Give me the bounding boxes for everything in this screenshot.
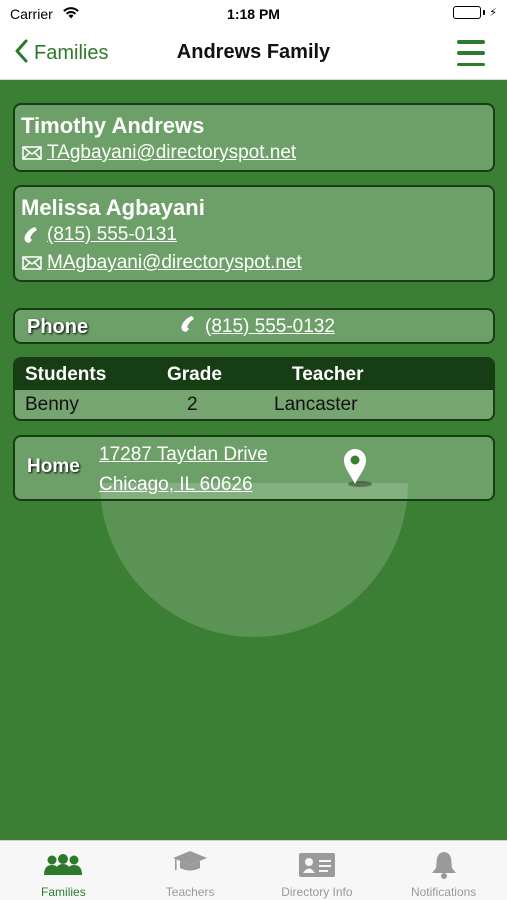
graduation-cap-icon bbox=[172, 849, 208, 881]
family-watermark-icon bbox=[100, 483, 408, 637]
tab-label: Notifications bbox=[410, 885, 477, 899]
battery-icon: ⚡ bbox=[453, 6, 497, 19]
chevron-left-icon bbox=[14, 39, 28, 68]
phone-section-label: Phone bbox=[27, 316, 89, 338]
contact-card-timothy: Timothy Andrews TAgbayani@directoryspot.… bbox=[13, 103, 495, 172]
tab-families[interactable]: Families bbox=[0, 841, 127, 900]
tab-label: Teachers bbox=[165, 885, 215, 899]
status-bar: Carrier 1:18 PM ⚡ bbox=[0, 0, 507, 28]
navigation-bar: Families Andrews Family bbox=[0, 28, 507, 80]
students-table-header: Students Grade Teacher bbox=[15, 359, 493, 390]
column-header-teacher: Teacher bbox=[292, 364, 364, 385]
envelope-icon bbox=[21, 253, 43, 273]
tab-bar: Families Teachers Directory Info Notific… bbox=[0, 840, 507, 900]
phone-icon bbox=[21, 225, 43, 245]
column-header-students: Students bbox=[25, 364, 107, 385]
address-link[interactable]: 17287 Taydan Drive Chicago, IL 60626 bbox=[99, 440, 268, 500]
home-label: Home bbox=[27, 456, 80, 477]
phone-link[interactable]: (815) 555-0131 bbox=[47, 224, 177, 246]
table-row[interactable]: Benny 2 Lancaster bbox=[15, 390, 493, 419]
student-grade: 2 bbox=[187, 394, 198, 415]
students-table: Students Grade Teacher Benny 2 Lancaster bbox=[13, 357, 495, 421]
back-button[interactable]: Families bbox=[14, 39, 108, 68]
contact-card-melissa: Melissa Agbayani (815) 555-0131 MAgbayan… bbox=[13, 185, 495, 282]
home-address-row: Home 17287 Taydan Drive Chicago, IL 6062… bbox=[13, 435, 495, 501]
map-pin-icon[interactable] bbox=[340, 446, 374, 493]
tab-notifications[interactable]: Notifications bbox=[380, 841, 507, 900]
family-detail-view: Timothy Andrews TAgbayani@directoryspot.… bbox=[0, 80, 507, 840]
email-link[interactable]: MAgbayani@directoryspot.net bbox=[47, 252, 302, 274]
families-icon bbox=[43, 849, 83, 881]
tab-teachers[interactable]: Teachers bbox=[127, 841, 254, 900]
address-line-2[interactable]: Chicago, IL 60626 bbox=[99, 470, 268, 500]
tab-label: Directory Info bbox=[281, 885, 353, 899]
address-line-1[interactable]: 17287 Taydan Drive bbox=[99, 440, 268, 470]
id-card-icon bbox=[298, 849, 336, 881]
hamburger-menu-icon[interactable] bbox=[457, 40, 485, 66]
back-button-label: Families bbox=[34, 42, 109, 64]
contact-name: Melissa Agbayani bbox=[21, 195, 205, 220]
family-phone-link[interactable]: (815) 555-0132 bbox=[205, 316, 335, 338]
status-time: 1:18 PM bbox=[227, 6, 280, 22]
student-teacher: Lancaster bbox=[274, 394, 358, 415]
envelope-icon bbox=[21, 143, 43, 163]
column-header-grade: Grade bbox=[167, 364, 222, 385]
email-link[interactable]: TAgbayani@directoryspot.net bbox=[47, 142, 296, 164]
bell-icon bbox=[431, 849, 457, 881]
tab-directory-info[interactable]: Directory Info bbox=[254, 841, 381, 900]
contact-name: Timothy Andrews bbox=[21, 113, 205, 138]
phone-icon bbox=[179, 314, 199, 339]
tab-label: Families bbox=[41, 885, 86, 899]
family-phone-row: Phone (815) 555-0132 bbox=[13, 308, 495, 344]
student-name: Benny bbox=[25, 394, 79, 415]
